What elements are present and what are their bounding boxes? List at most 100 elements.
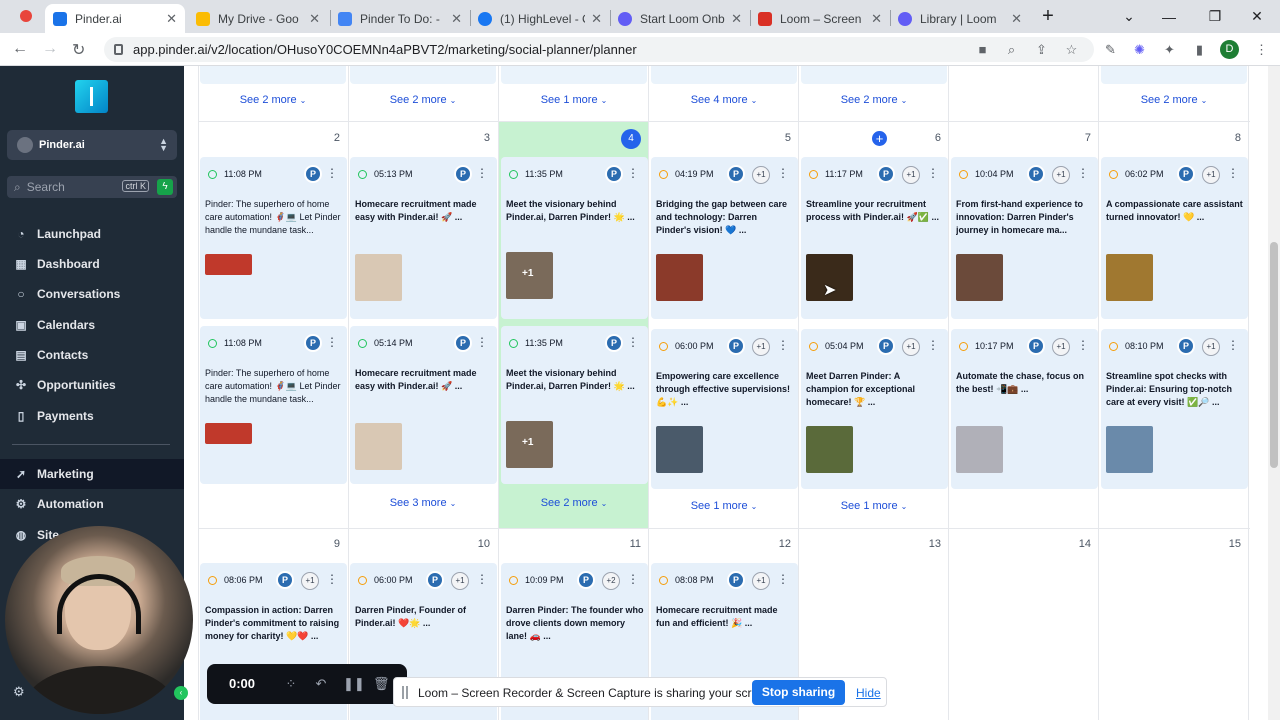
minimize-window-icon[interactable]: —: [1146, 0, 1192, 33]
browser-tab-loom-onboarding[interactable]: Start Loom Onb ✕: [610, 4, 750, 33]
see-more-link[interactable]: See 2 more ⌄: [1099, 94, 1249, 106]
scrollbar-thumb[interactable]: [1270, 242, 1278, 468]
post-card[interactable]: 04:19 PM P +1 ⋮ Bridging the gap between car…: [651, 157, 798, 319]
pause-icon[interactable]: ❚❚: [343, 676, 365, 692]
post-card-partial[interactable]: [801, 66, 947, 84]
post-card[interactable]: 10:17 PM P +1 ⋮ Automate the chase, focus on…: [951, 329, 1098, 489]
url-field[interactable]: app.pinder.ai/v2/location/OHusoY0COEMNn4…: [104, 37, 1094, 62]
bookmark-star-icon[interactable]: ☆: [1064, 42, 1079, 57]
drawing-tool-icon[interactable]: ⁘: [283, 676, 299, 692]
add-post-button[interactable]: +: [872, 131, 887, 146]
sidebar-item-contacts[interactable]: ▤ Contacts: [0, 340, 184, 370]
extension-pen-icon[interactable]: ✎: [1103, 42, 1118, 57]
new-tab-button[interactable]: +: [1025, 0, 1071, 33]
close-tab-icon[interactable]: ✕: [871, 11, 882, 27]
browser-tab-pinder[interactable]: Pinder.ai ✕: [45, 4, 185, 33]
post-card[interactable]: 06:02 PM P +1 ⋮ A compassionate care assista…: [1101, 157, 1248, 319]
more-options-icon[interactable]: ⋮: [777, 339, 789, 351]
sidebar-item-payments[interactable]: ▯ Payments: [0, 401, 184, 431]
restore-window-icon[interactable]: ❐: [1192, 0, 1238, 33]
sidebar-item-automation[interactable]: ⚙ Automation: [0, 489, 184, 519]
more-options-icon[interactable]: ⋮: [326, 167, 338, 179]
post-card[interactable]: 10:04 PM P +1 ⋮ From first-hand experience t…: [951, 157, 1098, 319]
browser-menu-icon[interactable]: ⋮: [1254, 42, 1269, 57]
close-tab-icon[interactable]: ✕: [731, 11, 742, 27]
zoom-icon[interactable]: ⌕: [1004, 42, 1019, 57]
forward-arrow-icon[interactable]: →: [42, 40, 58, 58]
location-switcher[interactable]: Pinder.ai ▲ ▼: [7, 130, 177, 160]
today-date-badge[interactable]: 4: [621, 129, 641, 149]
post-card[interactable]: 11:08 PM P ⋮ Pinder: The superhero of home …: [200, 326, 347, 484]
quick-action-bolt-icon[interactable]: ϟ: [157, 179, 173, 195]
more-options-icon[interactable]: ⋮: [476, 336, 488, 348]
sidebar-item-opportunities[interactable]: ✣ Opportunities: [0, 370, 184, 400]
see-more-link[interactable]: See 4 more ⌄: [649, 94, 799, 106]
post-card[interactable]: 11:35 PM P ⋮ Meet the visionary behind Pind…: [501, 326, 648, 484]
more-options-icon[interactable]: ⋮: [927, 339, 939, 351]
browser-tab-pinder-todo[interactable]: Pinder To Do: - ✕: [330, 4, 470, 33]
chat-widget-icon[interactable]: ‹: [174, 686, 188, 700]
more-options-icon[interactable]: ⋮: [1077, 167, 1089, 179]
undo-icon[interactable]: ↶: [313, 676, 329, 692]
post-card[interactable]: 08:10 PM P +1 ⋮ Streamline spot checks with …: [1101, 329, 1248, 489]
more-options-icon[interactable]: ⋮: [326, 336, 338, 348]
post-card[interactable]: 05:04 PM P +1 ⋮ Meet Darren Pinder: A champi…: [801, 329, 948, 489]
sidebar-item-marketing[interactable]: ➚ Marketing: [0, 459, 184, 489]
close-tab-icon[interactable]: ✕: [309, 11, 320, 27]
browser-tab-drive[interactable]: My Drive - Goo ✕: [188, 4, 328, 33]
camera-icon[interactable]: ■: [975, 42, 990, 57]
close-tab-icon[interactable]: ✕: [591, 11, 602, 27]
hide-button[interactable]: Hide: [856, 686, 881, 700]
close-tab-icon[interactable]: ✕: [1011, 11, 1022, 27]
browser-tab-loom-recorder[interactable]: Loom – Screen R ✕: [750, 4, 890, 33]
more-options-icon[interactable]: ⋮: [627, 167, 639, 179]
post-card-partial[interactable]: [1101, 66, 1247, 84]
more-options-icon[interactable]: ⋮: [627, 573, 639, 585]
drag-handle-icon[interactable]: [402, 686, 408, 699]
more-options-icon[interactable]: ⋮: [1227, 167, 1239, 179]
close-window-icon[interactable]: ✕: [1234, 0, 1280, 33]
see-more-link[interactable]: See 2 more ⌄: [348, 94, 498, 106]
more-options-icon[interactable]: ⋮: [777, 167, 789, 179]
post-card[interactable]: 11:08 PM P ⋮ Pinder: The superhero of home …: [200, 157, 347, 319]
post-card[interactable]: 11:35 PM P ⋮ Meet the visionary behind Pind…: [501, 157, 648, 319]
post-card[interactable]: 06:00 PM P +1 ⋮ Empowering care excellence t…: [651, 329, 798, 489]
loom-extension-icon[interactable]: ✺: [1132, 42, 1147, 57]
close-tab-icon[interactable]: ✕: [451, 11, 462, 27]
post-card-partial[interactable]: [501, 66, 647, 84]
more-options-icon[interactable]: ⋮: [1077, 339, 1089, 351]
sidebar-item-dashboard[interactable]: ▦ Dashboard: [0, 249, 184, 279]
sidebar-item-calendars[interactable]: ▣ Calendars: [0, 310, 184, 340]
see-more-link[interactable]: See 1 more ⌄: [799, 500, 949, 512]
profile-avatar[interactable]: D: [1220, 40, 1239, 59]
trash-icon[interactable]: 🗑: [373, 676, 390, 692]
more-options-icon[interactable]: ⋮: [326, 573, 338, 585]
see-more-link[interactable]: See 2 more ⌄: [198, 94, 348, 106]
page-scrollbar[interactable]: [1268, 66, 1280, 720]
sidebar-item-launchpad[interactable]: ◔ Launchpad: [0, 219, 184, 249]
more-options-icon[interactable]: ⋮: [927, 167, 939, 179]
post-card[interactable]: 05:14 PM P ⋮ Homecare recruitment made easy…: [350, 326, 497, 484]
share-icon[interactable]: ⇪: [1034, 42, 1049, 57]
close-tab-icon[interactable]: ✕: [166, 11, 177, 27]
side-panel-icon[interactable]: ▮: [1192, 42, 1207, 57]
see-more-link[interactable]: See 2 more ⌄: [799, 94, 949, 106]
see-more-link[interactable]: See 1 more ⌄: [649, 500, 799, 512]
post-card-partial[interactable]: [200, 66, 346, 84]
more-options-icon[interactable]: ⋮: [777, 573, 789, 585]
more-options-icon[interactable]: ⋮: [476, 167, 488, 179]
more-options-icon[interactable]: ⋮: [627, 336, 639, 348]
back-arrow-icon[interactable]: ←: [12, 40, 28, 58]
browser-tab-highlevel[interactable]: (1) HighLevel - C ✕: [470, 4, 610, 33]
browser-tab-loom-library[interactable]: Library | Loom ✕: [890, 4, 1030, 33]
sidebar-item-conversations[interactable]: ○ Conversations: [0, 279, 184, 309]
webcam-bubble[interactable]: [5, 526, 193, 714]
reload-icon[interactable]: ↻: [72, 40, 85, 60]
post-card[interactable]: 05:13 PM P ⋮ Homecare recruitment made easy…: [350, 157, 497, 319]
more-options-icon[interactable]: ⋮: [476, 573, 488, 585]
stop-sharing-button[interactable]: Stop sharing: [752, 680, 845, 705]
more-options-icon[interactable]: ⋮: [1227, 339, 1239, 351]
see-more-link[interactable]: See 3 more ⌄: [348, 497, 498, 509]
post-card-partial[interactable]: [651, 66, 797, 84]
settings-gear-icon[interactable]: ⚙: [13, 684, 25, 700]
